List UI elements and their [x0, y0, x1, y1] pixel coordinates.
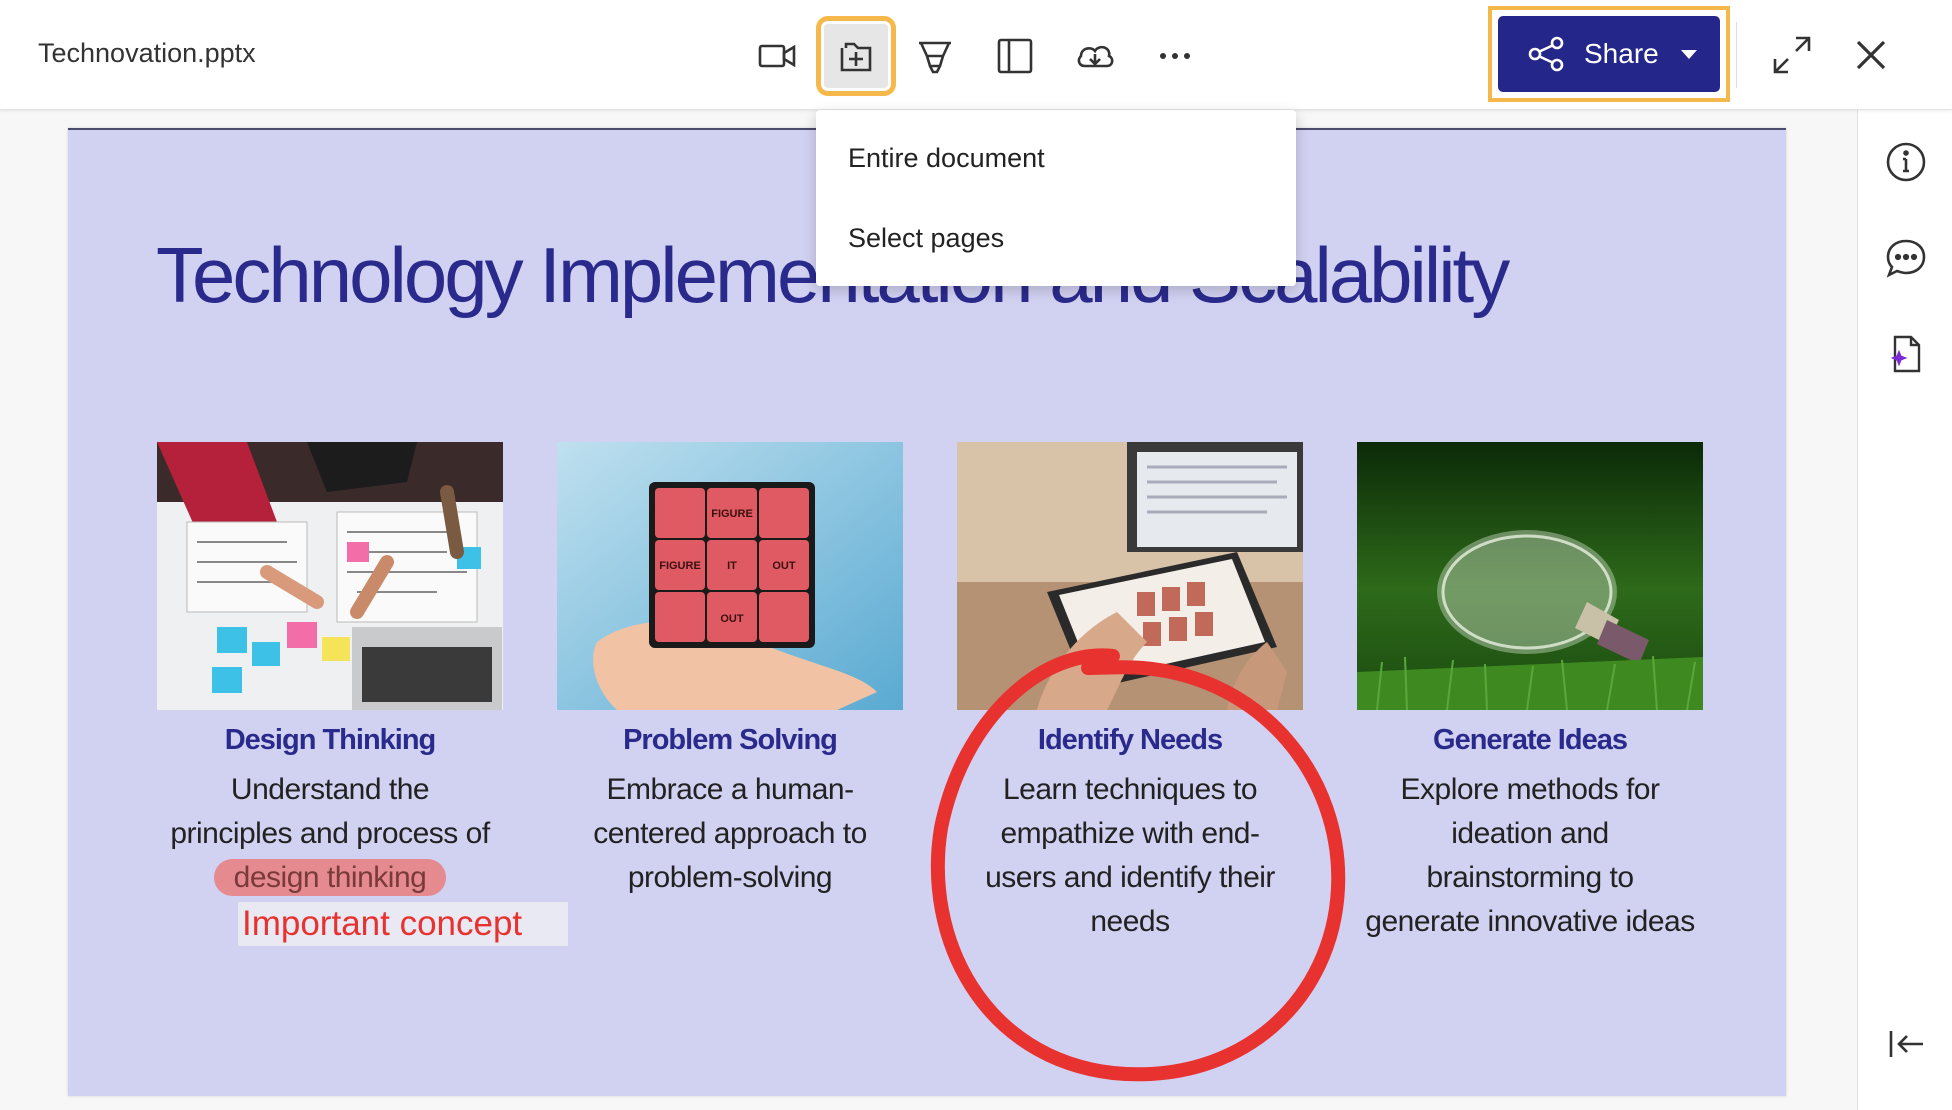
design-thinking-image — [157, 442, 503, 710]
share-icon — [1528, 36, 1564, 72]
comment-icon[interactable] — [1878, 230, 1934, 286]
top-toolbar: Technovation.pptx Share — [0, 0, 1952, 110]
card-body-line: principles and process of — [170, 817, 490, 850]
card-body-line: generate innovative ideas — [1365, 905, 1695, 938]
card-body: Embrace a human- centered approach to pr… — [545, 768, 915, 900]
cube-label: FIGURE — [659, 560, 701, 572]
collapse-panel-icon[interactable] — [1878, 1016, 1934, 1072]
tablet-image — [957, 442, 1303, 710]
close-icon[interactable] — [1843, 27, 1899, 83]
info-icon[interactable] — [1878, 134, 1934, 190]
video-icon[interactable] — [745, 24, 809, 88]
card-heading: Problem Solving — [623, 724, 838, 756]
card-heading: Generate Ideas — [1433, 724, 1628, 756]
puzzle-cube-image: FIGURE FIGURE IT OUT OUT — [557, 442, 903, 710]
expand-icon[interactable] — [1764, 27, 1820, 83]
cloud-download-icon[interactable] — [1063, 24, 1127, 88]
add-to-folder-icon[interactable] — [816, 16, 896, 96]
highlighter-icon[interactable] — [903, 24, 967, 88]
card-body-line: Understand the — [230, 773, 430, 806]
cube-label: OUT — [772, 560, 796, 572]
more-options-icon[interactable] — [1143, 24, 1207, 88]
cube-label: IT — [727, 560, 737, 572]
file-name: Technovation.pptx — [38, 38, 256, 68]
ai-document-icon[interactable] — [1878, 326, 1934, 382]
card-body-line: brainstorming to — [1426, 861, 1634, 894]
card-body: Understand the principles and process of… — [145, 768, 515, 900]
card-heading: Design Thinking — [224, 724, 437, 756]
add-to-dropdown-menu: Entire document Select pages — [816, 110, 1296, 286]
menu-item-select-pages[interactable]: Select pages — [816, 198, 1296, 278]
card-body-line: Explore methods for — [1400, 773, 1660, 806]
card-heading: Identify Needs — [1037, 724, 1223, 756]
light-bulb-image — [1357, 442, 1703, 710]
card-body-line: Embrace a human- — [606, 773, 854, 806]
card-body-line: ideation and — [1451, 817, 1609, 850]
card-body-line: needs — [1090, 905, 1170, 938]
menu-item-entire-document[interactable]: Entire document — [816, 118, 1296, 198]
toolbar-divider — [1736, 22, 1737, 88]
chevron-down-icon[interactable] — [1680, 49, 1697, 59]
share-button[interactable]: Share — [1498, 16, 1720, 92]
cube-label: OUT — [720, 613, 744, 625]
card-body: Explore methods for ideation and brainst… — [1345, 768, 1715, 944]
highlighted-text[interactable]: design thinking — [213, 859, 447, 896]
card-body: Learn techniques to empathize with end- … — [945, 768, 1315, 944]
card-body-line: centered approach to — [593, 817, 867, 850]
right-sidebar — [1857, 110, 1952, 1110]
share-button-focus-frame: Share — [1488, 6, 1730, 102]
share-label: Share — [1584, 38, 1659, 69]
card-body-line: empathize with end- — [1000, 817, 1260, 850]
panel-layout-icon[interactable] — [983, 24, 1047, 88]
card-body-line: Learn techniques to — [1002, 773, 1258, 806]
card-body-line: users and identify their — [985, 861, 1275, 894]
cube-label: FIGURE — [711, 508, 753, 520]
text-annotation[interactable]: Important concept — [238, 902, 568, 946]
card-body-line: problem-solving — [627, 861, 833, 894]
